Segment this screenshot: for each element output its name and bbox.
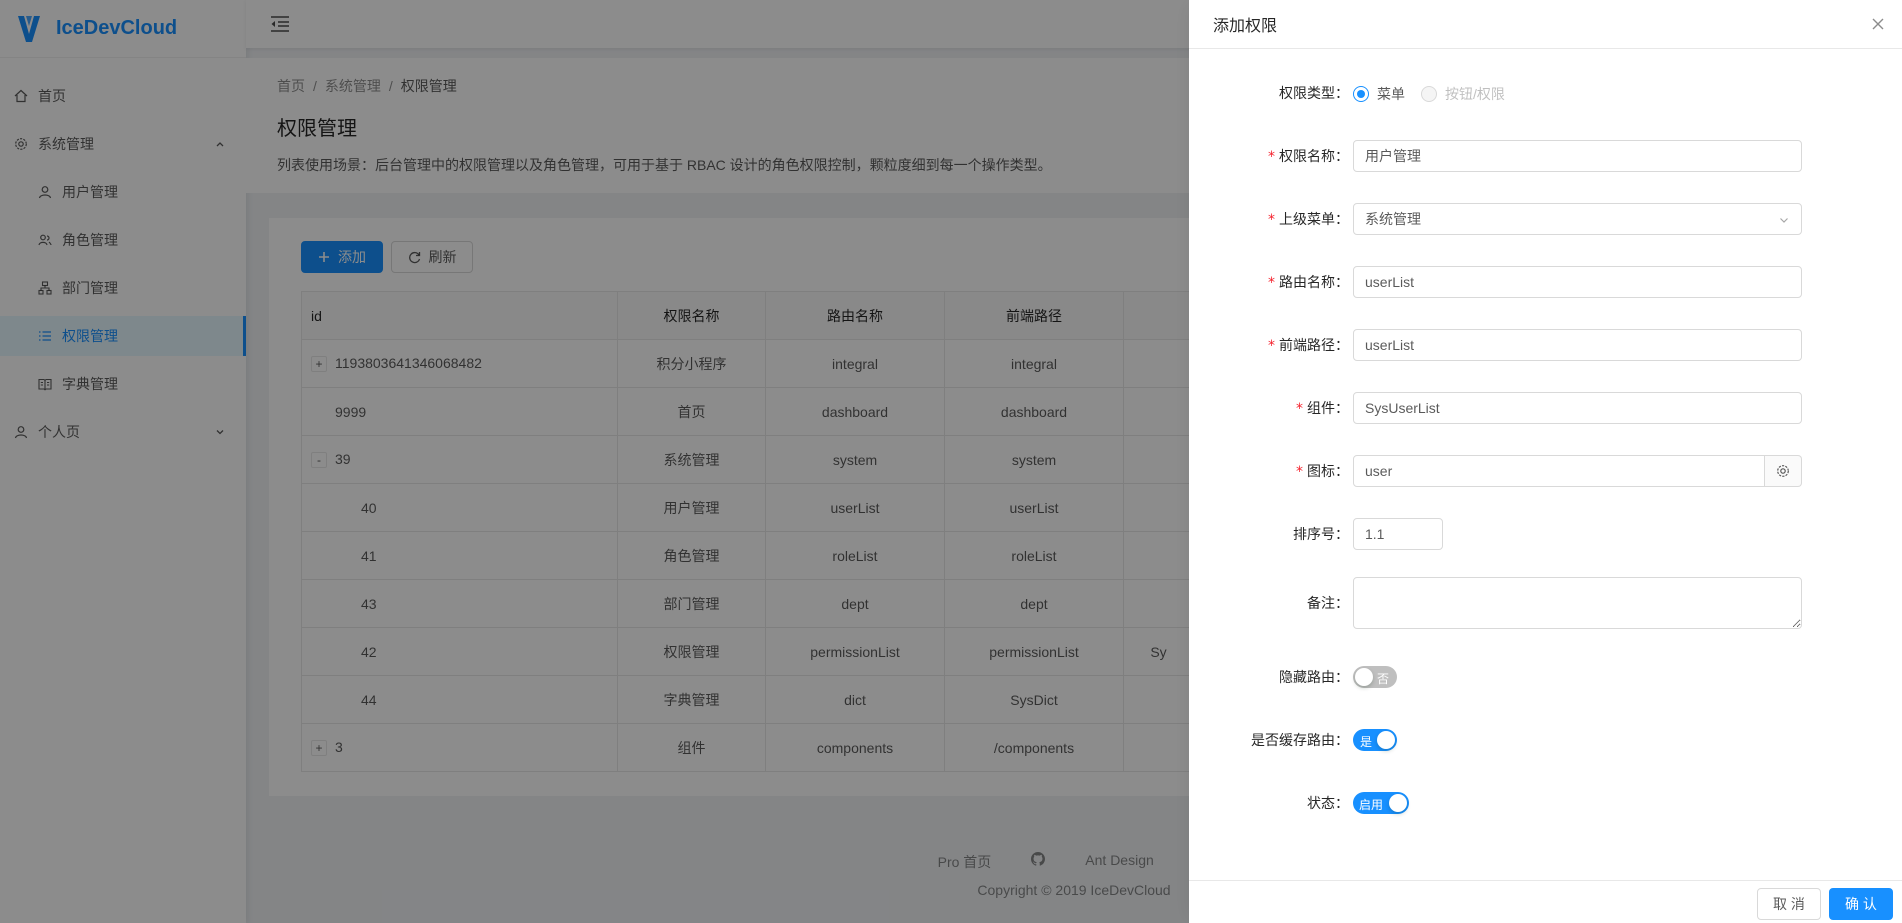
- form-label: * 图标：: [1296, 463, 1349, 480]
- form-item-name: * 权限名称： 用户管理: [1189, 140, 1902, 172]
- form-label: * 组件：: [1296, 400, 1349, 417]
- switch-knob: [1355, 668, 1373, 686]
- switch-text: 否: [1377, 672, 1390, 686]
- permission-name-input[interactable]: 用户管理: [1353, 140, 1802, 172]
- form-item-status: 状态： 启用: [1189, 792, 1902, 814]
- route-name-input[interactable]: userList: [1353, 266, 1802, 298]
- form-label: 排序号：: [1293, 526, 1349, 542]
- drawer-header: 添加权限: [1189, 0, 1902, 49]
- radio-button-permission[interactable]: 按钮/权限: [1421, 84, 1505, 104]
- form-item-remark: 备注：: [1189, 577, 1902, 629]
- switch-text: 启用: [1359, 798, 1384, 812]
- cancel-button[interactable]: 取 消: [1757, 888, 1821, 920]
- frontend-path-input[interactable]: userList: [1353, 329, 1802, 361]
- switch-knob: [1389, 794, 1407, 812]
- form-label: 状态：: [1307, 795, 1349, 811]
- form-item-sort: 排序号： 1.1: [1189, 518, 1902, 550]
- hidden-route-switch[interactable]: 否: [1353, 666, 1397, 688]
- gear-icon: [1777, 465, 1789, 477]
- drawer-footer: 取 消 确 认: [1189, 880, 1902, 923]
- form-label: * 权限名称：: [1268, 148, 1349, 165]
- radio-menu[interactable]: 菜单: [1353, 84, 1405, 104]
- sort-number-input[interactable]: 1.1: [1353, 518, 1443, 550]
- keepalive-switch[interactable]: 是: [1353, 729, 1397, 751]
- switch-text: 是: [1360, 735, 1373, 749]
- form-label: * 上级菜单：: [1268, 211, 1349, 228]
- remark-textarea[interactable]: [1353, 577, 1802, 629]
- radio-dot: [1353, 86, 1369, 102]
- form-item-component: * 组件： SysUserList: [1189, 392, 1902, 424]
- form-item-keepalive: 是否缓存路由： 是: [1189, 729, 1902, 751]
- status-switch[interactable]: 启用: [1353, 792, 1409, 814]
- form-item-icon: * 图标： user: [1189, 455, 1902, 487]
- form-label: 权限类型：: [1279, 85, 1349, 101]
- form-label: 备注：: [1307, 595, 1349, 611]
- form-item-route: * 路由名称： userList: [1189, 266, 1902, 298]
- form-label: 隐藏路由：: [1279, 669, 1349, 685]
- add-permission-drawer: 添加权限 权限类型： 菜单 按钮/权限 * 权限名称： 用户管理 * 上级菜单： 系…: [1189, 0, 1902, 923]
- close-icon[interactable]: [1866, 12, 1890, 36]
- form-item-type: 权限类型： 菜单 按钮/权限: [1189, 82, 1902, 104]
- form-label: 是否缓存路由：: [1251, 732, 1349, 748]
- form-item-path: * 前端路径： userList: [1189, 329, 1902, 361]
- parent-menu-select[interactable]: 系统管理: [1353, 203, 1802, 235]
- type-radio-group: 菜单 按钮/权限: [1353, 84, 1521, 104]
- confirm-button[interactable]: 确 认: [1829, 888, 1893, 920]
- component-input[interactable]: SysUserList: [1353, 392, 1802, 424]
- icon-picker-button[interactable]: [1765, 455, 1802, 487]
- switch-knob: [1377, 731, 1395, 749]
- form-label: * 路由名称：: [1268, 274, 1349, 291]
- form-item-hidden: 隐藏路由： 否: [1189, 666, 1902, 688]
- radio-dot: [1421, 86, 1437, 102]
- drawer-title: 添加权限: [1213, 18, 1278, 35]
- select-value: 系统管理: [1365, 211, 1421, 227]
- form-item-parent: * 上级菜单： 系统管理: [1189, 203, 1902, 235]
- chevron-down-icon: [1780, 218, 1788, 223]
- icon-input[interactable]: user: [1353, 455, 1765, 487]
- form-label: * 前端路径：: [1268, 337, 1349, 354]
